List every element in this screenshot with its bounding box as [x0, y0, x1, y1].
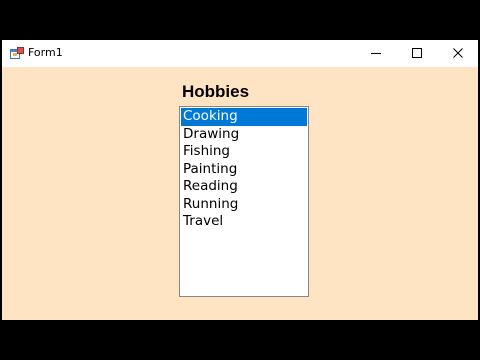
list-item[interactable]: Fishing: [181, 143, 307, 161]
form1-window: Form1 Hobbies Cooking Drawing Fishing Pa…: [2, 40, 478, 320]
window-title: Form1: [28, 46, 63, 59]
minimize-icon: [371, 53, 381, 54]
maximize-button[interactable]: [397, 40, 437, 67]
list-item[interactable]: Cooking: [181, 108, 307, 126]
close-icon: [453, 48, 463, 58]
listbox-items: Cooking Drawing Fishing Painting Reading…: [181, 108, 307, 231]
close-button[interactable]: [438, 40, 478, 67]
list-item[interactable]: Reading: [181, 178, 307, 196]
list-item[interactable]: Running: [181, 196, 307, 214]
form-app-icon[interactable]: [10, 46, 24, 60]
hobbies-label: Hobbies: [182, 82, 250, 101]
list-item[interactable]: Travel: [181, 213, 307, 231]
minimize-button[interactable]: [356, 40, 396, 67]
list-item[interactable]: Painting: [181, 161, 307, 179]
title-bar[interactable]: Form1: [2, 40, 478, 67]
hobbies-listbox[interactable]: Cooking Drawing Fishing Painting Reading…: [179, 106, 309, 297]
maximize-icon: [412, 48, 422, 58]
list-item[interactable]: Drawing: [181, 126, 307, 144]
